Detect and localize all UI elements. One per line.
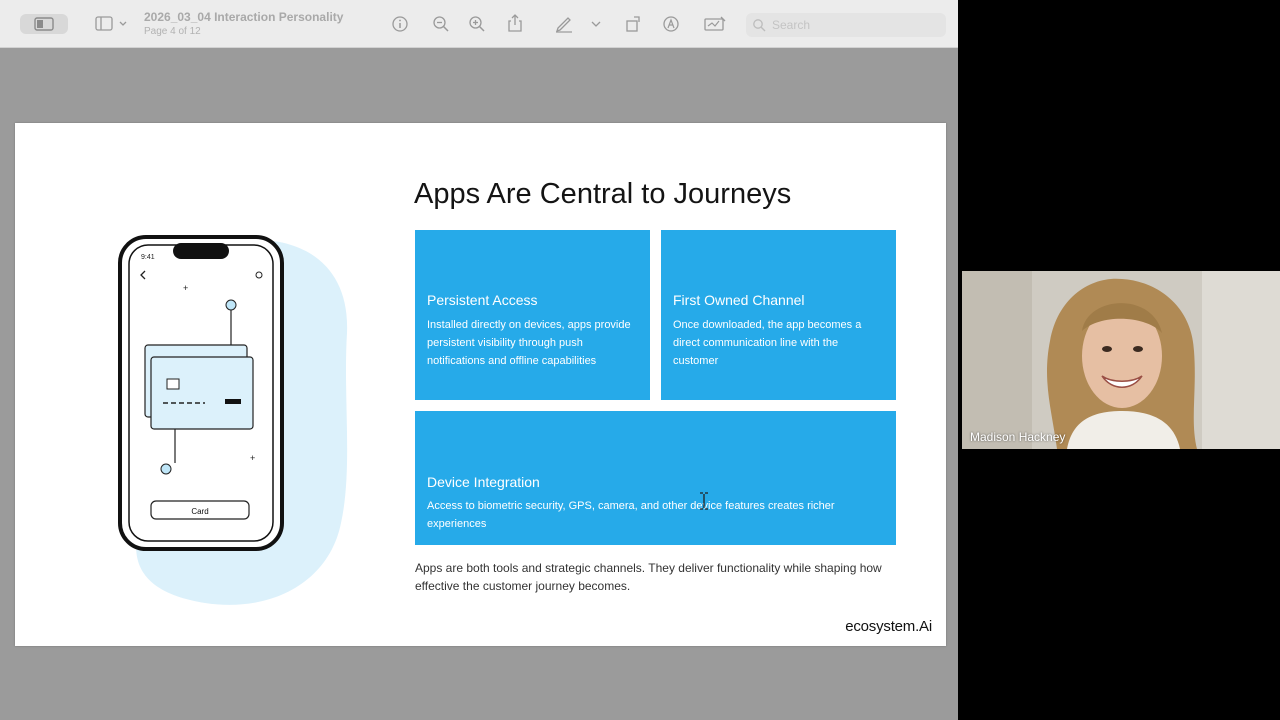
slide-page: 9:41 + + Card Apps Are Central to Journe…	[15, 123, 946, 646]
card-title: Persistent Access	[427, 292, 538, 308]
card-body: Access to biometric security, GPS, camer…	[427, 500, 835, 530]
card-body: Installed directly on devices, apps prov…	[427, 319, 631, 367]
card-persistent-access: Persistent Access Installed directly on …	[415, 230, 650, 400]
pdf-viewer-window: 2026_03_04 Interaction Personality Page …	[0, 0, 958, 720]
zoom-in-icon	[469, 16, 485, 32]
phone-card-button-label: Card	[191, 507, 208, 516]
text-cursor-icon	[700, 492, 708, 510]
card-device-integration: Device Integration Access to biometric s…	[415, 411, 896, 545]
svg-text:+: +	[183, 283, 188, 293]
share-button[interactable]	[505, 13, 525, 33]
participant-name: Madison Hackney	[970, 430, 1066, 444]
info-icon	[392, 16, 408, 32]
markup-pen-icon	[555, 17, 572, 33]
svg-text:+: +	[250, 453, 255, 463]
zoom-in-button[interactable]	[467, 14, 487, 34]
search-box[interactable]	[746, 13, 946, 37]
rotate-icon	[626, 16, 640, 32]
share-icon	[508, 14, 522, 32]
view-menu-button[interactable]	[94, 15, 130, 33]
sidebar-icon	[95, 16, 127, 31]
zoom-out-button[interactable]	[431, 14, 451, 34]
participant-video-feed	[962, 271, 1280, 449]
brand-logo: ecosystem.Ai	[845, 618, 932, 635]
zoom-out-icon	[433, 16, 449, 32]
card-first-owned-channel: First Owned Channel Once downloaded, the…	[661, 230, 896, 400]
card-title: Device Integration	[427, 474, 540, 490]
page-indicator: Page 4 of 12	[144, 26, 201, 37]
viewer-toolbar: 2026_03_04 Interaction Personality Page …	[0, 0, 958, 48]
signature-button[interactable]	[703, 14, 727, 34]
slide-summary: Apps are both tools and strategic channe…	[415, 561, 882, 593]
slide-title: Apps Are Central to Journeys	[414, 178, 792, 210]
highlight-icon	[663, 16, 679, 32]
card-title: First Owned Channel	[673, 292, 805, 308]
rotate-button[interactable]	[623, 14, 643, 34]
search-input[interactable]	[772, 18, 932, 32]
phone-time: 9:41	[141, 254, 155, 261]
highlight-button[interactable]	[661, 14, 681, 34]
card-body: Once downloaded, the app becomes a direc…	[673, 319, 862, 367]
phone-card-illustration: 9:41 + + Card	[118, 235, 348, 605]
sidebar-toggle-button[interactable]	[20, 14, 68, 34]
info-button[interactable]	[390, 14, 410, 34]
signature-icon	[704, 16, 726, 31]
sidebar-panel-icon	[34, 17, 54, 31]
markup-button[interactable]	[553, 13, 575, 33]
chevron-down-icon	[591, 21, 601, 27]
document-title: 2026_03_04 Interaction Personality	[144, 10, 344, 24]
markup-menu-button[interactable]	[590, 18, 602, 30]
participant-video-tile[interactable]: Madison Hackney	[962, 271, 1280, 449]
search-icon	[753, 19, 766, 32]
screen: 2026_03_04 Interaction Personality Page …	[0, 0, 1280, 720]
